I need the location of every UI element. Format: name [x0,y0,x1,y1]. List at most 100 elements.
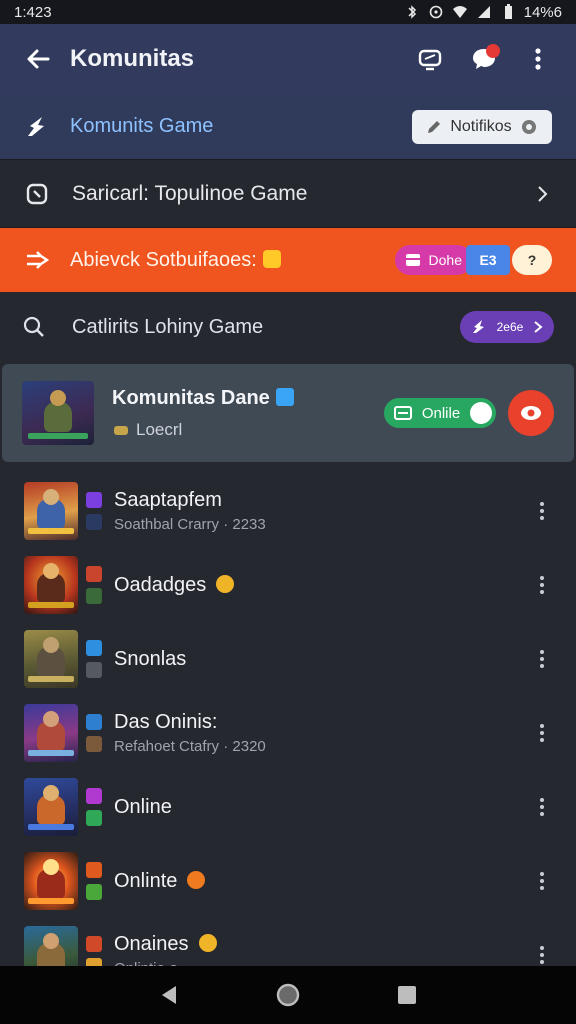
more-options-icon[interactable] [530,943,554,967]
item-name: Onaines [114,933,530,956]
controller-icon [418,49,442,71]
lohiny-game-row[interactable]: Catlirits Lohiny Game 2e6e [0,292,576,362]
promo-banner[interactable]: Abievck Sotbuifaoes: Dohe E3 ? [0,228,576,292]
more-vert-icon [535,48,541,70]
coin-icon [216,574,235,593]
list-item[interactable]: Onlinte [0,844,576,918]
game-bar[interactable]: Komunits Game Notifikos [0,94,576,160]
game-thumbnail [24,852,78,910]
list-item[interactable]: Oadadges [0,548,576,622]
notification-button-label: Notifikos [450,117,512,135]
item-badges [86,492,104,530]
battery-icon [504,4,512,19]
card-icon [394,406,412,420]
item-name: Saaptapfem [114,489,222,511]
item-badges [86,714,104,752]
alarm-icon [429,5,442,19]
game-thumbnail [24,556,78,614]
notification-badge [486,44,500,58]
question-badge[interactable]: ? [512,245,552,275]
settings-icon [521,119,536,134]
pencil-icon [428,120,441,133]
featured-game-thumbnail [22,381,94,445]
online-pill[interactable]: Onlile [384,398,496,428]
item-badges [86,640,104,678]
gamepad-icon [114,425,128,435]
coin-icon [198,934,217,952]
whatsapp-icon [469,402,492,424]
nav-home-icon[interactable] [276,983,300,1007]
chevron-right-small-icon [534,321,543,333]
rocket-icon [28,116,44,136]
verified-icon [275,387,294,406]
e3-badge[interactable]: E3 [466,245,510,275]
nav-back-icon[interactable] [158,984,180,1006]
item-name: Snonlas [114,647,187,670]
item-name: Onlinte [114,870,530,893]
online-pill-label: Onlile [421,404,461,422]
shuffle-icon [27,251,50,269]
controller-button[interactable] [410,39,450,79]
topulinoe-game-label: Saricarl: Topulinoe Game [72,181,308,205]
promo-label: Abievck Sotbuifaoes: [70,249,395,272]
back-button[interactable] [18,39,58,79]
item-name: Das Oninis: [114,711,218,733]
community-list: Saaptapfem Soathbal Crarry · 2233 Oadadge… [0,474,576,992]
more-options-icon[interactable] [530,721,554,745]
more-options-button[interactable] [518,39,558,79]
more-options-icon[interactable] [530,647,554,671]
wifi-icon [452,6,467,18]
chevron-right-icon [538,185,548,202]
nav-recents-icon[interactable] [396,984,418,1006]
more-options-icon[interactable] [530,869,554,893]
item-meta: Refahoet Ctafry · 2320 [114,738,266,755]
topulinoe-game-row[interactable]: Saricarl: Topulinoe Game [0,160,576,228]
notification-button[interactable]: Notifikos [412,109,552,144]
lohiny-game-label: Catlirits Lohiny Game [72,315,264,338]
game-thumbnail [24,778,78,836]
more-options-icon[interactable] [530,573,554,597]
live-button[interactable] [508,390,554,436]
rocket-small-icon [473,320,485,333]
item-meta: Soathbal Crarry · 2233 [114,516,266,533]
card-icon [405,254,420,266]
system-nav-bar [0,966,576,1024]
record-icon [521,406,541,420]
bluetooth-icon [408,5,416,19]
battery-level: 14%6 [523,3,562,21]
list-item[interactable]: Snonlas [0,622,576,696]
fire-icon [187,870,206,889]
item-name: Online [114,795,172,818]
app-bar: Komunitas [0,24,576,94]
lohiny-pill-label: 2e6e [496,320,524,334]
featured-community-name: Komunitas Dane [112,387,384,410]
lohiny-pill[interactable]: 2e6e [460,311,554,343]
status-icons: 14%6 [404,4,562,21]
game-thumbnail [24,704,78,762]
back-arrow-icon [27,49,50,69]
more-options-icon[interactable] [530,499,554,523]
signal-icon [477,6,490,18]
dohe-pill[interactable]: Dohe [394,245,472,275]
featured-community-card[interactable]: Komunitas Dane Loecrl Onlile [2,364,574,462]
list-item[interactable]: Saaptapfem Soathbal Crarry · 2233 [0,474,576,548]
search-icon [23,316,44,337]
game-thumbnail [24,630,78,688]
chat-button[interactable] [464,39,504,79]
more-options-icon[interactable] [530,795,554,819]
item-name: Oadadges [114,574,530,597]
featured-community-sub: Loecrl [112,420,384,440]
item-badges [86,862,104,900]
game-thumbnail [24,482,78,540]
game-bar-label: Komunits Game [70,115,214,137]
status-bar: 1:423 14%6 [0,0,576,24]
item-badges [86,788,104,826]
list-item[interactable]: Das Oninis: Refahoet Ctafry · 2320 [0,696,576,770]
status-time: 1:423 [14,3,52,21]
item-badges [86,566,104,604]
trophy-icon [262,249,281,268]
list-item[interactable]: Online [0,770,576,844]
dohe-pill-label: Dohe [428,252,462,268]
store-icon [26,183,48,204]
page-title: Komunitas [70,45,195,72]
